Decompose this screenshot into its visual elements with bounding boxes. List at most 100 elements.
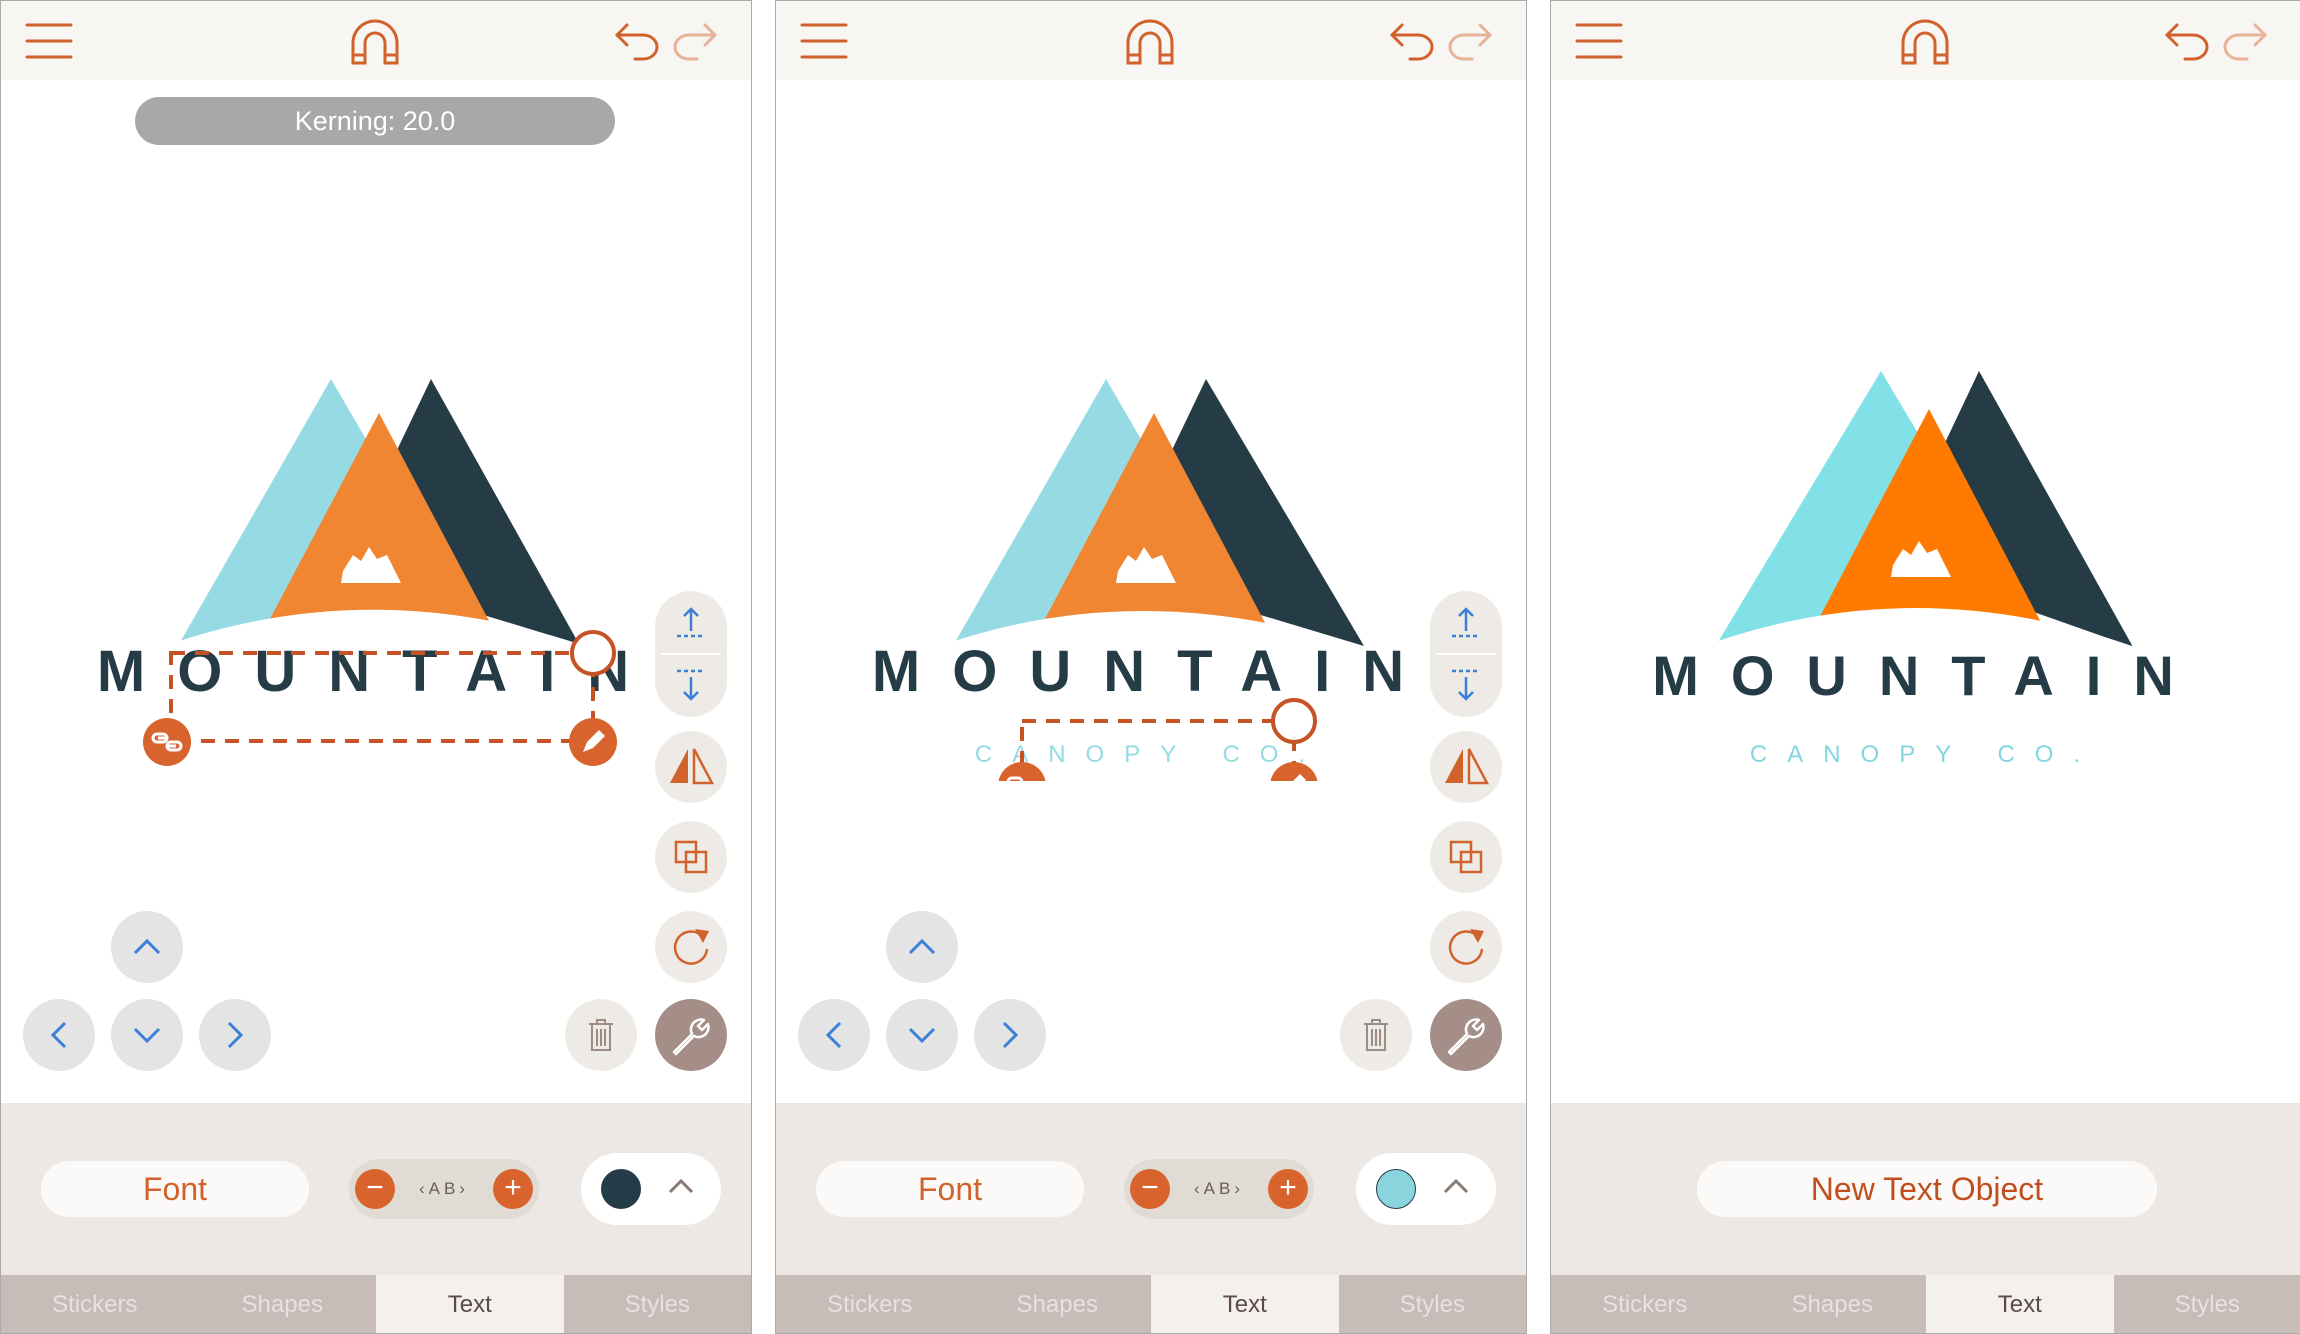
nudge-right-button[interactable] [199, 999, 271, 1071]
tab-stickers[interactable]: Stickers [1, 1275, 189, 1333]
kerning-decrease-button[interactable]: − [1130, 1169, 1170, 1209]
logo-title: MOUNTAIN [1652, 644, 2206, 707]
kerning-stepper: − ‹AB› + [1124, 1159, 1314, 1219]
new-text-object-button[interactable]: New Text Object [1697, 1161, 2157, 1217]
tab-shapes[interactable]: Shapes [189, 1275, 377, 1333]
text-options-panel: Font − ‹AB› + [1, 1103, 751, 1275]
editor-screen-kerning: Kerning: 20.0 MOUNTAIN Font − ‹AB› + Sti… [0, 0, 752, 1334]
mountain-logo[interactable]: MOUNTAIN CANOPY CO. [776, 361, 1527, 781]
arrow-right-icon [1002, 1021, 1019, 1049]
tab-shapes[interactable]: Shapes [964, 1275, 1152, 1333]
arrow-up-icon [908, 938, 936, 955]
flip-icon [1445, 748, 1489, 785]
editor-screen-subtitle: MOUNTAIN CANOPY CO. Font − ‹AB› + Sticke… [775, 0, 1527, 1334]
color-swatch[interactable] [601, 1169, 641, 1209]
align-down-icon[interactable] [675, 667, 707, 703]
color-swatch[interactable] [1376, 1169, 1416, 1209]
resize-handle [570, 630, 616, 676]
redo-icon[interactable] [2219, 19, 2269, 61]
tab-text[interactable]: Text [1151, 1275, 1339, 1333]
kerning-label: ‹AB› [1194, 1179, 1244, 1198]
bottom-tab-bar: Stickers Shapes Text Styles [776, 1275, 1527, 1333]
color-picker[interactable] [581, 1153, 721, 1225]
text-options-panel: New Text Object [1551, 1103, 2300, 1275]
duplicate-icon [1449, 840, 1483, 874]
undo-icon[interactable] [1388, 19, 1438, 61]
nudge-down-button[interactable] [886, 999, 958, 1071]
font-button[interactable]: Font [41, 1161, 309, 1217]
tab-shapes[interactable]: Shapes [1739, 1275, 1927, 1333]
bottom-tab-bar: Stickers Shapes Text Styles [1, 1275, 752, 1333]
trash-icon [589, 1019, 613, 1051]
nudge-up-button[interactable] [886, 911, 958, 983]
menu-icon[interactable] [1575, 19, 1623, 63]
align-up-icon[interactable] [675, 605, 707, 641]
tab-stickers[interactable]: Stickers [1551, 1275, 1739, 1333]
flip-button[interactable] [655, 731, 727, 803]
arrow-up-icon [133, 938, 161, 955]
tab-styles[interactable]: Styles [564, 1275, 752, 1333]
align-down-icon[interactable] [1450, 667, 1482, 703]
tab-text[interactable]: Text [376, 1275, 564, 1333]
editor-screen-final: MOUNTAIN CANOPY CO. New Text Object Stic… [1550, 0, 2300, 1334]
menu-icon[interactable] [25, 19, 73, 63]
trash-icon [1364, 1019, 1388, 1051]
top-toolbar [1, 1, 751, 80]
tab-stickers[interactable]: Stickers [776, 1275, 964, 1333]
wrench-icon [672, 1018, 710, 1056]
mountain-logo[interactable]: MOUNTAIN [1, 361, 752, 781]
align-control [655, 591, 727, 717]
top-toolbar [776, 1, 1526, 80]
tools-button[interactable] [1430, 999, 1502, 1071]
duplicate-icon [674, 840, 708, 874]
arrow-left-icon [50, 1021, 67, 1049]
nudge-up-button[interactable] [111, 911, 183, 983]
delete-button[interactable] [1340, 999, 1412, 1071]
logo-title: MOUNTAIN [872, 639, 1436, 704]
duplicate-button[interactable] [1430, 821, 1502, 893]
wrench-icon [1447, 1018, 1485, 1056]
nudge-right-button[interactable] [974, 999, 1046, 1071]
rotate-button[interactable] [1430, 911, 1502, 983]
unlink-icon [143, 718, 191, 766]
undo-icon[interactable] [613, 19, 663, 61]
kerning-increase-button[interactable]: + [493, 1169, 533, 1209]
redo-icon[interactable] [1444, 19, 1494, 61]
magnet-icon[interactable] [1122, 17, 1178, 67]
kerning-indicator: Kerning: 20.0 [135, 97, 615, 145]
bottom-tab-bar: Stickers Shapes Text Styles [1551, 1275, 2300, 1333]
magnet-icon[interactable] [347, 17, 403, 67]
kerning-label: ‹AB› [419, 1179, 469, 1198]
menu-icon[interactable] [800, 19, 848, 63]
tab-styles[interactable]: Styles [2114, 1275, 2300, 1333]
duplicate-button[interactable] [655, 821, 727, 893]
magnet-icon[interactable] [1897, 17, 1953, 67]
top-toolbar [1551, 1, 2300, 80]
arrow-right-icon [227, 1021, 244, 1049]
flip-button[interactable] [1430, 731, 1502, 803]
kerning-decrease-button[interactable]: − [355, 1169, 395, 1209]
align-control [1430, 591, 1502, 717]
rotate-button[interactable] [655, 911, 727, 983]
undo-icon[interactable] [2163, 19, 2213, 61]
arrow-down-icon [908, 1027, 936, 1044]
redo-icon[interactable] [669, 19, 719, 61]
chevron-up-icon[interactable] [667, 1177, 695, 1195]
tools-button[interactable] [655, 999, 727, 1071]
tab-text[interactable]: Text [1926, 1275, 2114, 1333]
tab-styles[interactable]: Styles [1339, 1275, 1527, 1333]
text-options-panel: Font − ‹AB› + [776, 1103, 1526, 1275]
logo-subtitle: CANOPY CO. [1750, 741, 2100, 768]
chevron-up-icon[interactable] [1442, 1177, 1470, 1195]
font-button[interactable]: Font [816, 1161, 1084, 1217]
flip-icon [670, 748, 714, 785]
arrow-left-icon [825, 1021, 842, 1049]
color-picker[interactable] [1356, 1153, 1496, 1225]
delete-button[interactable] [565, 999, 637, 1071]
kerning-increase-button[interactable]: + [1268, 1169, 1308, 1209]
align-up-icon[interactable] [1450, 605, 1482, 641]
mountain-logo: MOUNTAIN CANOPY CO. [1652, 371, 2206, 768]
nudge-down-button[interactable] [111, 999, 183, 1071]
nudge-left-button[interactable] [23, 999, 95, 1071]
nudge-left-button[interactable] [798, 999, 870, 1071]
